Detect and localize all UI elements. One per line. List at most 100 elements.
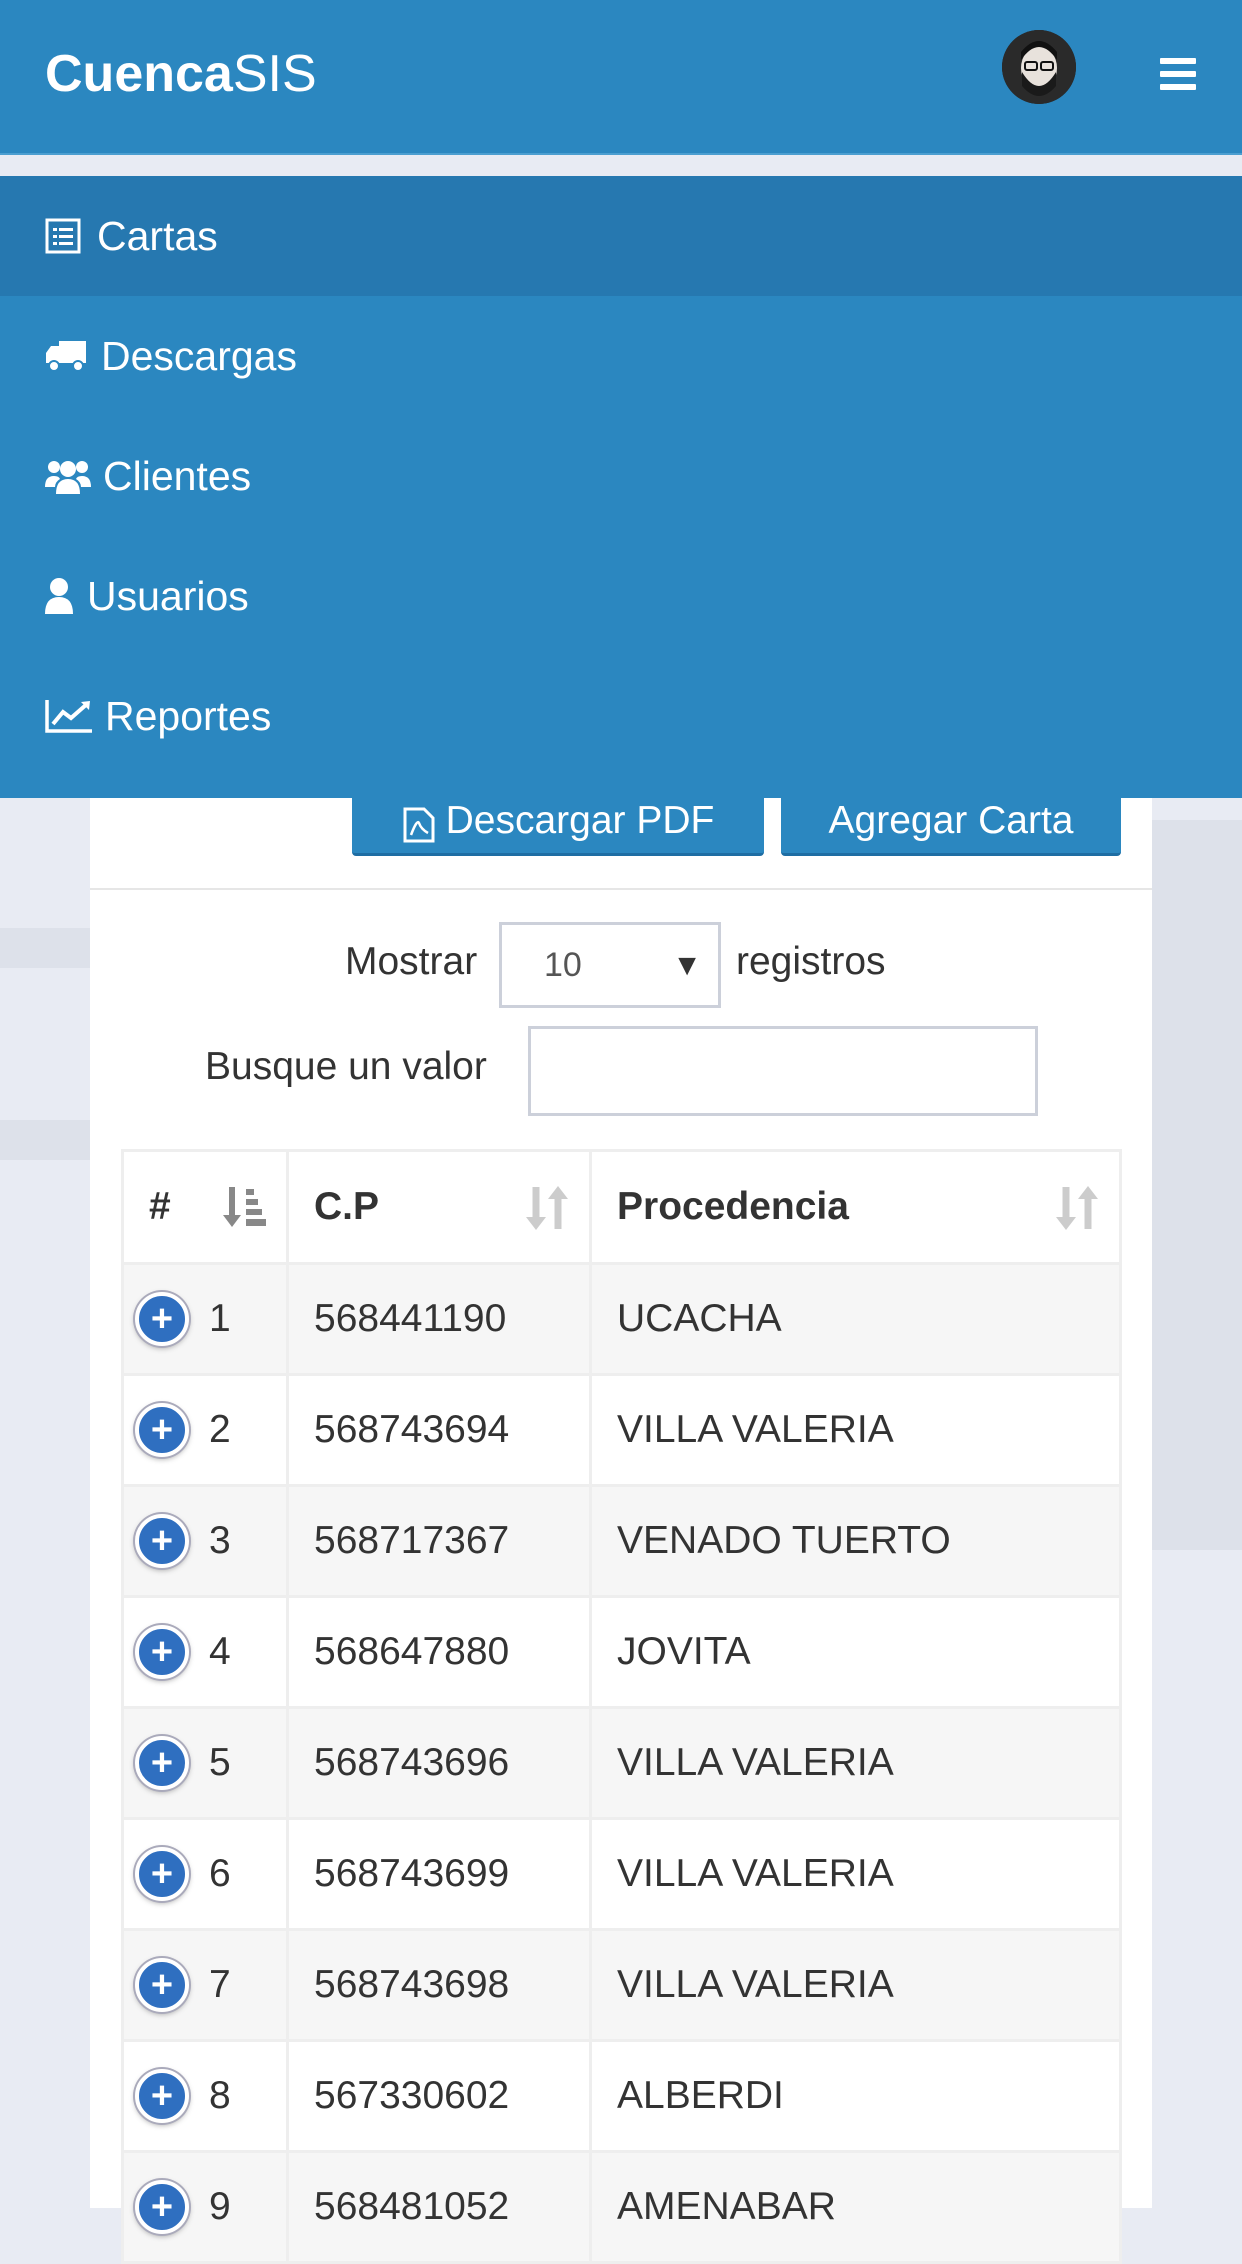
caret-down-icon: ▼	[672, 949, 702, 982]
row-number-cell: +1	[121, 1262, 289, 1376]
add-letter-button[interactable]: Agregar Carta	[781, 798, 1121, 856]
list-alt-icon	[45, 216, 85, 256]
users-icon	[45, 456, 91, 496]
column-label: #	[149, 1185, 171, 1228]
user-icon	[45, 576, 75, 616]
row-number: 2	[209, 1408, 231, 1451]
origin-cell: VILLA VALERIA	[589, 1706, 1122, 1820]
expand-row-plus-icon[interactable]: +	[135, 1958, 189, 2012]
origin-cell: UCACHA	[589, 1262, 1122, 1376]
row-number: 3	[209, 1519, 231, 1562]
row-number-cell: +9	[121, 2150, 289, 2264]
origin-cell: VENADO TUERTO	[589, 1484, 1122, 1598]
table-body: +1 568441190 UCACHA +2 568743694 VILLA VALERI…	[121, 1262, 1122, 2264]
background-shape	[0, 1120, 90, 1160]
origin-cell: VILLA VALERIA	[589, 1928, 1122, 2042]
file-pdf-icon	[402, 807, 436, 843]
search-label: Busque un valor	[205, 1045, 487, 1088]
row-number-cell: +2	[121, 1373, 289, 1487]
expand-row-plus-icon[interactable]: +	[135, 1403, 189, 1457]
row-number: 5	[209, 1741, 231, 1784]
table-row[interactable]: +2 568743694 VILLA VALERIA	[121, 1373, 1122, 1487]
column-header-number[interactable]: #	[121, 1149, 289, 1265]
menu-item-cartas[interactable]: Cartas	[0, 176, 1242, 296]
truck-icon	[45, 336, 89, 376]
expand-row-plus-icon[interactable]: +	[135, 2180, 189, 2234]
expand-row-plus-icon[interactable]: +	[135, 1514, 189, 1568]
cp-cell: 568441190	[286, 1262, 592, 1376]
background-shape	[1152, 820, 1242, 1550]
table-row[interactable]: +8 567330602 ALBERDI	[121, 2039, 1122, 2153]
table-row[interactable]: +1 568441190 UCACHA	[121, 1262, 1122, 1376]
row-number: 4	[209, 1630, 231, 1673]
letters-table: # C.P Procedencia +1 568441190 UCACHA +2 568…	[121, 1149, 1122, 2264]
sort-icon	[1055, 1185, 1099, 1241]
card-divider	[90, 888, 1152, 890]
brand-logo[interactable]: CuencaSIS	[45, 44, 317, 104]
download-pdf-button[interactable]: Descargar PDF	[352, 798, 764, 856]
page-size-select[interactable]: 10 ▼	[499, 922, 721, 1008]
origin-cell: ALBERDI	[589, 2039, 1122, 2153]
menu-item-label: Cartas	[97, 212, 218, 259]
cp-cell: 568647880	[286, 1595, 592, 1709]
menu-item-descargas[interactable]: Descargas	[0, 296, 1242, 416]
column-label: Procedencia	[617, 1185, 849, 1228]
origin-cell: AMENABAR	[589, 2150, 1122, 2264]
page-size-value: 10	[544, 945, 582, 984]
table-row[interactable]: +7 568743698 VILLA VALERIA	[121, 1928, 1122, 2042]
search-input[interactable]	[528, 1026, 1038, 1116]
table-row[interactable]: +4 568647880 JOVITA	[121, 1595, 1122, 1709]
menu-item-reportes[interactable]: Reportes	[0, 656, 1242, 776]
origin-cell: JOVITA	[589, 1595, 1122, 1709]
row-number-cell: +6	[121, 1817, 289, 1931]
sort-amount-asc-icon	[222, 1185, 266, 1239]
hamburger-menu-icon[interactable]	[1160, 58, 1196, 90]
top-navbar: CuencaSIS	[0, 0, 1242, 155]
row-number-cell: +3	[121, 1484, 289, 1598]
table-header-row: # C.P Procedencia	[121, 1149, 1122, 1265]
expand-row-plus-icon[interactable]: +	[135, 1847, 189, 1901]
cp-cell: 568743694	[286, 1373, 592, 1487]
brand-light-text: SIS	[232, 45, 317, 103]
row-number: 6	[209, 1852, 231, 1895]
expand-row-plus-icon[interactable]: +	[135, 1625, 189, 1679]
expand-row-plus-icon[interactable]: +	[135, 2069, 189, 2123]
row-number-cell: +7	[121, 1928, 289, 2042]
table-row[interactable]: +5 568743696 VILLA VALERIA	[121, 1706, 1122, 1820]
menu-item-label: Clientes	[103, 452, 252, 499]
row-number: 9	[209, 2185, 231, 2228]
cp-cell: 568481052	[286, 2150, 592, 2264]
show-label: Mostrar	[345, 940, 478, 983]
menu-item-usuarios[interactable]: Usuarios	[0, 536, 1242, 656]
expand-row-plus-icon[interactable]: +	[135, 1736, 189, 1790]
cp-cell: 568717367	[286, 1484, 592, 1598]
row-number: 1	[209, 1297, 231, 1340]
column-header-origin[interactable]: Procedencia	[589, 1149, 1122, 1265]
menu-item-label: Reportes	[105, 692, 272, 739]
user-avatar[interactable]	[1002, 30, 1076, 104]
row-number-cell: +5	[121, 1706, 289, 1820]
table-row[interactable]: +9 568481052 AMENABAR	[121, 2150, 1122, 2264]
cp-cell: 568743698	[286, 1928, 592, 2042]
background-shape	[0, 928, 90, 968]
row-number: 7	[209, 1963, 231, 2006]
row-number-cell: +8	[121, 2039, 289, 2153]
origin-cell: VILLA VALERIA	[589, 1373, 1122, 1487]
menu-item-label: Usuarios	[87, 572, 249, 619]
menu-item-label: Descargas	[101, 332, 297, 379]
menu-item-clientes[interactable]: Clientes	[0, 416, 1242, 536]
line-chart-icon	[45, 696, 93, 736]
row-number: 8	[209, 2074, 231, 2117]
table-row[interactable]: +6 568743699 VILLA VALERIA	[121, 1817, 1122, 1931]
sort-icon	[525, 1185, 569, 1241]
nav-menu: Cartas Descargas Clientes Usuarios Repor…	[0, 176, 1242, 798]
brand-bold-text: Cuenca	[45, 45, 233, 103]
column-header-cp[interactable]: C.P	[286, 1149, 592, 1265]
column-label: C.P	[314, 1185, 380, 1228]
cp-cell: 568743696	[286, 1706, 592, 1820]
expand-row-plus-icon[interactable]: +	[135, 1292, 189, 1346]
table-row[interactable]: +3 568717367 VENADO TUERTO	[121, 1484, 1122, 1598]
cp-cell: 567330602	[286, 2039, 592, 2153]
download-pdf-label: Descargar PDF	[445, 799, 715, 842]
origin-cell: VILLA VALERIA	[589, 1817, 1122, 1931]
